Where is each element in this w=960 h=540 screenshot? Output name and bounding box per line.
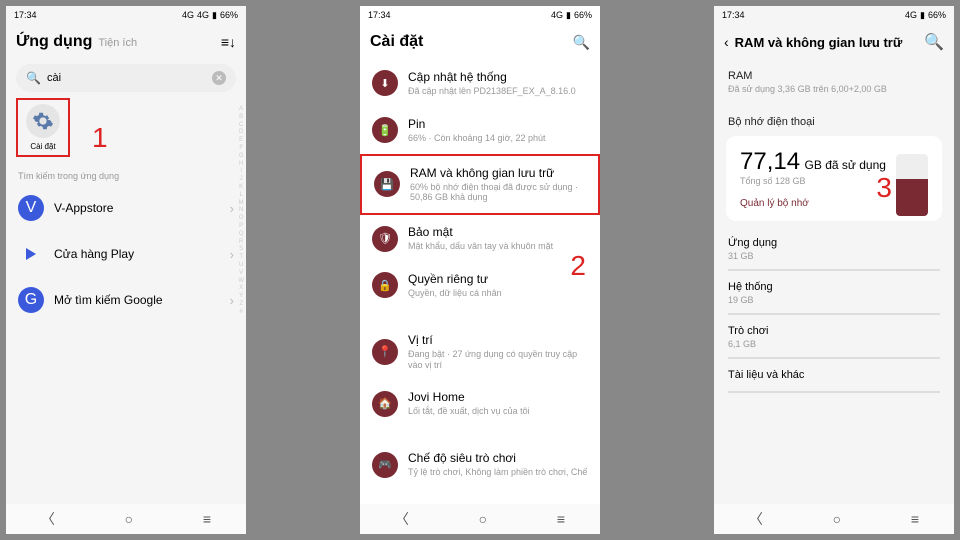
settings-icon: 🛡 xyxy=(372,226,398,252)
chevron-right-icon: › xyxy=(230,201,234,216)
header: ‹ RAM và không gian lưu trữ 🔍 xyxy=(714,24,954,60)
screen-settings: 17:34 4G▮66% Cài đặt 🔍 ⬇Cập nhật hệ thốn… xyxy=(360,6,600,534)
settings-item-3[interactable]: 🛡Bảo mậtMật khẩu, dấu vân tay và khuôn m… xyxy=(360,215,600,262)
settings-item-4[interactable]: 🔒Quyền riêng tưQuyền, dữ liệu cá nhân xyxy=(360,262,600,309)
list-item-google-search[interactable]: G Mở tìm kiếm Google › xyxy=(6,277,246,323)
status-bar: 17:34 4G▮66% xyxy=(714,6,954,24)
settings-item-1[interactable]: 🔋Pin66% · Còn khoảng 14 giờ, 22 phút xyxy=(360,107,600,154)
settings-icon: 💾 xyxy=(374,171,400,197)
storage-cat-3[interactable]: Tài liệu và khác xyxy=(714,359,954,385)
status-bar: 17:34 4G 4G ▮ 66% xyxy=(6,6,246,24)
chevron-right-icon: › xyxy=(230,247,234,262)
settings-item-0[interactable]: ⬇Cập nhật hệ thốngĐã cập nhật lên PD2138… xyxy=(360,60,600,107)
recent-icon[interactable]: ≡ xyxy=(911,511,919,527)
storage-card[interactable]: 77,14 GB đã sử dụng Tổng số 128 GB Quản … xyxy=(726,136,942,221)
app-result-settings[interactable]: Cài đặt xyxy=(16,98,70,157)
settings-icon: 🔒 xyxy=(372,272,398,298)
settings-item-2[interactable]: 💾RAM và không gian lưu trữ60% bộ nhớ điệ… xyxy=(360,154,600,216)
back-arrow-icon[interactable]: ‹ xyxy=(724,34,729,50)
nav-bar: 〈 ○ ≡ xyxy=(714,504,954,534)
storage-cat-1[interactable]: Hệ thống19 GB xyxy=(714,271,954,307)
chevron-right-icon: › xyxy=(230,293,234,308)
settings-icon: ⬇ xyxy=(372,70,398,96)
settings-icon: 🔋 xyxy=(372,117,398,143)
header: Cài đặt 🔍 xyxy=(360,24,600,60)
page-title: RAM và không gian lưu trữ xyxy=(735,35,903,50)
back-icon[interactable]: 〈 xyxy=(395,509,409,529)
home-icon[interactable]: ○ xyxy=(833,511,841,527)
search-icon[interactable]: 🔍 xyxy=(573,34,590,51)
list-item-vappstore[interactable]: V V-Appstore › xyxy=(6,185,246,231)
status-indicators: 4G 4G ▮ 66% xyxy=(182,10,238,21)
storage-title: Bộ nhớ điện thoại xyxy=(714,102,954,130)
home-icon[interactable]: ○ xyxy=(125,511,133,527)
settings-icon: 🎮 xyxy=(372,452,398,478)
storage-cat-0[interactable]: Ứng dụng31 GB xyxy=(714,227,954,263)
settings-item-5[interactable]: 📍Vị tríĐang bật · 27 ứng dụng có quyền t… xyxy=(360,323,600,381)
clear-icon[interactable]: ✕ xyxy=(212,71,226,85)
google-icon: G xyxy=(18,287,44,313)
callout-2: 2 xyxy=(570,250,586,282)
appstore-icon: V xyxy=(18,195,44,221)
settings-icon: 🏠 xyxy=(372,391,398,417)
status-time: 17:34 xyxy=(14,10,37,20)
screen-apps-search: 17:34 4G 4G ▮ 66% Ứng dụng Tiện ích ≡↓ 🔍… xyxy=(6,6,246,534)
search-input[interactable] xyxy=(47,72,212,84)
back-icon[interactable]: 〈 xyxy=(749,509,763,529)
alpha-index[interactable]: ABCDEFGHIJKLMNOPQRSTUVWXYZ# xyxy=(238,106,244,317)
settings-icon: 📍 xyxy=(372,339,398,365)
ram-title: RAM xyxy=(714,60,954,84)
app-label: Cài đặt xyxy=(20,142,66,151)
recent-icon[interactable]: ≡ xyxy=(557,511,565,527)
search-icon[interactable]: 🔍 xyxy=(924,32,944,52)
header: Ứng dụng Tiện ích ≡↓ xyxy=(6,24,246,60)
status-bar: 17:34 4G▮66% xyxy=(360,6,600,24)
search-icon: 🔍 xyxy=(26,71,41,85)
list-item-play[interactable]: Cửa hàng Play › xyxy=(6,231,246,277)
header-title: Ứng dụng xyxy=(16,33,92,51)
ram-sub: Đã sử dụng 3,36 GB trên 6,00+2,00 GB xyxy=(714,84,954,102)
page-title: Cài đặt xyxy=(370,33,423,51)
sort-icon[interactable]: ≡↓ xyxy=(221,34,236,50)
storage-bar xyxy=(896,154,928,216)
storage-used-unit: GB đã sử dụng xyxy=(805,158,886,172)
storage-cat-2[interactable]: Trò chơi6,1 GB xyxy=(714,315,954,351)
header-tab-widgets[interactable]: Tiện ích xyxy=(98,37,137,49)
recent-icon[interactable]: ≡ xyxy=(203,511,211,527)
back-icon[interactable]: 〈 xyxy=(41,509,55,529)
gear-icon xyxy=(26,104,60,138)
callout-3: 3 xyxy=(876,172,892,204)
callout-1: 1 xyxy=(92,122,108,154)
settings-item-7[interactable]: 🎮Chế độ siêu trò chơiTỷ lệ trò chơi, Khô… xyxy=(360,441,600,488)
play-store-icon xyxy=(18,241,44,267)
storage-used-value: 77,14 xyxy=(740,148,800,175)
nav-bar: 〈 ○ ≡ xyxy=(360,504,600,534)
nav-bar: 〈 ○ ≡ xyxy=(6,504,246,534)
settings-item-6[interactable]: 🏠Jovi HomeLối tắt, đề xuất, dịch vụ của … xyxy=(360,380,600,427)
search-input-wrapper[interactable]: 🔍 ✕ xyxy=(16,64,236,92)
home-icon[interactable]: ○ xyxy=(479,511,487,527)
screen-storage: 17:34 4G▮66% ‹ RAM và không gian lưu trữ… xyxy=(714,6,954,534)
section-hint: Tìm kiếm trong ứng dụng xyxy=(6,163,246,185)
